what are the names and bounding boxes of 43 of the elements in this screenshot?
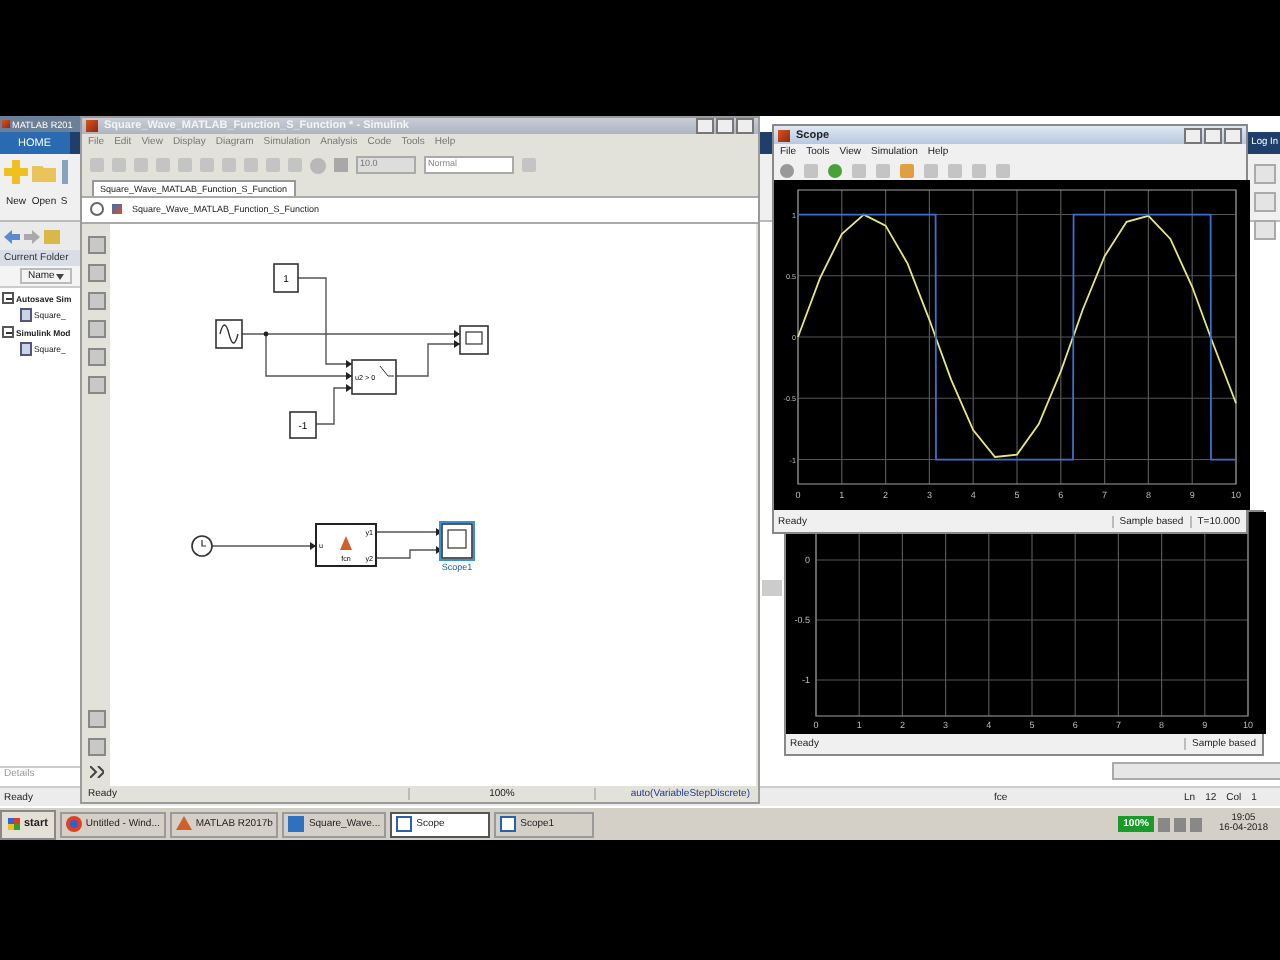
stop-icon[interactable] [334, 158, 348, 173]
constant-block[interactable] [273, 262, 299, 292]
signal-line [211, 541, 317, 549]
constant-block[interactable] [289, 410, 317, 438]
forward-arrow-icon[interactable] [24, 229, 40, 243]
stop-icon[interactable] [876, 163, 890, 177]
scope-icon [500, 816, 517, 832]
maximize-button[interactable] [1204, 127, 1222, 143]
switch-block[interactable] [351, 358, 397, 394]
back-arrow-icon[interactable] [4, 229, 20, 243]
sine-wave-block[interactable] [215, 318, 243, 348]
function-block[interactable] [315, 522, 377, 566]
scope-icon [396, 816, 413, 832]
folder-icon[interactable] [44, 229, 60, 243]
signal-line [315, 383, 353, 424]
expand-icon[interactable] [89, 765, 103, 777]
minimize-button[interactable] [1184, 127, 1202, 143]
window-button[interactable] [1254, 164, 1276, 184]
signal-line [375, 527, 443, 535]
maximize-button[interactable] [716, 118, 734, 134]
signal-line [375, 545, 443, 558]
plus-icon[interactable] [4, 160, 28, 184]
expand-toggle[interactable] [2, 292, 14, 304]
scope-block[interactable] [439, 520, 475, 560]
window-button[interactable] [1254, 192, 1276, 212]
minimize-button[interactable] [696, 118, 714, 134]
caret-icon [56, 273, 65, 279]
triangle-icon [175, 816, 192, 832]
window-button[interactable] [1254, 220, 1276, 240]
switch-icon [379, 364, 395, 376]
close-button[interactable] [1224, 127, 1242, 143]
scrollbar[interactable] [1112, 762, 1280, 780]
file-icon [20, 308, 32, 322]
browser-icon [65, 816, 82, 832]
toolbar-icon[interactable] [804, 163, 818, 177]
splitter-handle[interactable] [762, 580, 782, 596]
model-icon [288, 816, 305, 832]
scope-block[interactable] [459, 324, 489, 354]
close-button[interactable] [736, 118, 754, 134]
file-icon [20, 342, 32, 356]
toolbar-icon[interactable] [900, 163, 914, 177]
folder-icon[interactable] [32, 160, 56, 184]
expand-toggle[interactable] [2, 326, 14, 338]
